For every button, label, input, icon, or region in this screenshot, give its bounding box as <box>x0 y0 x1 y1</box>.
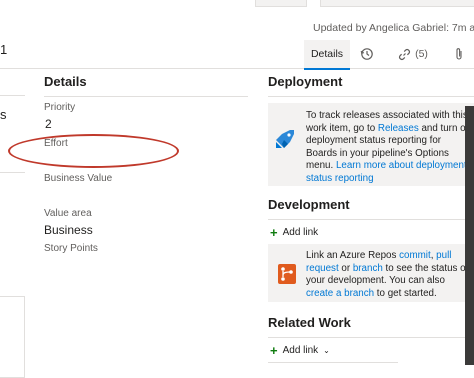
top-tab-left[interactable] <box>255 0 307 7</box>
link-icon <box>399 48 411 60</box>
attachment-icon <box>456 48 462 60</box>
tab-history[interactable] <box>352 40 382 68</box>
left-column-divider <box>0 172 25 173</box>
add-link-label: Add link <box>282 345 319 356</box>
add-link-label: Add link <box>282 227 319 238</box>
development-message: Link an Azure Repos commit, pull request… <box>306 250 469 299</box>
details-divider <box>44 96 248 97</box>
deployment-message: To track releases associated with this w… <box>306 110 472 184</box>
effort-highlight-annotation <box>8 134 179 168</box>
development-divider <box>268 219 474 220</box>
related-work-divider <box>268 337 474 338</box>
details-section-title: Details <box>44 74 87 89</box>
develop-side-panel-label: Develop <box>449 190 458 220</box>
links-count: (5) <box>415 48 428 60</box>
work-item-id-partial: 1 <box>0 42 8 57</box>
deployment-section-title: Deployment <box>268 74 343 89</box>
azure-pipelines-icon <box>276 130 294 148</box>
releases-link[interactable]: Releases <box>378 123 419 134</box>
related-work-section-title: Related Work <box>268 315 351 330</box>
history-icon <box>360 48 373 60</box>
tab-links[interactable]: (5) <box>388 40 438 68</box>
develop-side-panel-tab[interactable] <box>465 106 474 365</box>
business-value-label: Business Value <box>44 173 113 184</box>
top-tab-right[interactable] <box>320 0 474 7</box>
plus-icon: + <box>270 342 278 358</box>
related-work-bottom-divider <box>268 362 398 363</box>
development-add-link-button[interactable]: + Add link <box>270 224 319 240</box>
value-area-label: Value area <box>44 208 92 219</box>
left-column-divider <box>0 95 25 96</box>
priority-label: Priority <box>44 102 76 113</box>
chevron-down-icon: ⌄ <box>323 346 330 355</box>
commit-link[interactable]: commit <box>399 250 431 261</box>
left-column-partial-text: s <box>0 107 7 122</box>
tab-attachments[interactable] <box>444 40 474 68</box>
left-column-box <box>0 296 25 378</box>
tab-details[interactable]: Details <box>304 40 350 70</box>
story-points-label: Story Points <box>44 243 98 254</box>
deployment-divider <box>268 96 474 97</box>
azure-repos-icon <box>278 264 296 284</box>
top-bar <box>0 0 474 12</box>
development-section-title: Development <box>268 197 350 212</box>
updated-by-text: Updated by Angelica Gabriel: 7m ago <box>313 22 474 34</box>
create-branch-link[interactable]: create a branch <box>306 288 374 299</box>
tab-strip-divider <box>0 68 474 69</box>
branch-link[interactable]: branch <box>353 263 383 274</box>
related-work-add-link-button[interactable]: + Add link ⌄ <box>270 342 330 358</box>
plus-icon: + <box>270 224 278 240</box>
priority-value[interactable]: 2 <box>45 117 52 131</box>
value-area-value[interactable]: Business <box>44 223 93 237</box>
